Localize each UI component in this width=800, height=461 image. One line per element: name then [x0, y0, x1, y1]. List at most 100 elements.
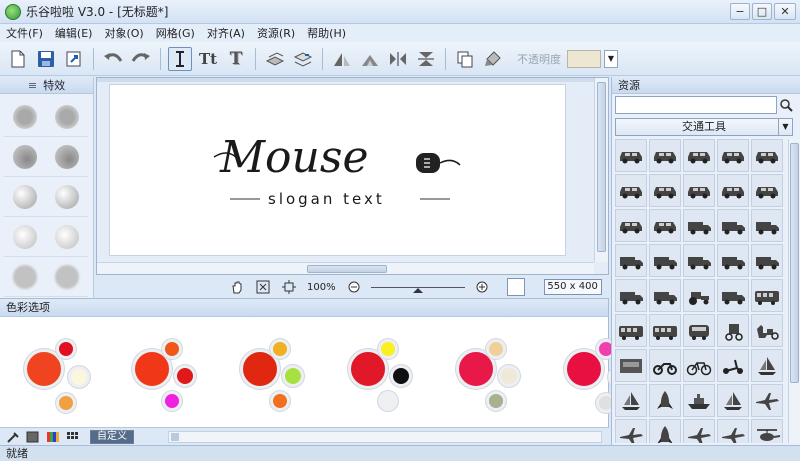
accent-color-swatch[interactable]	[486, 391, 506, 411]
search-input[interactable]	[615, 96, 777, 114]
minimize-button[interactable]: −	[730, 3, 750, 20]
car-icon[interactable]	[683, 139, 715, 172]
ship-icon[interactable]	[683, 384, 715, 417]
page-color-swatch[interactable]	[506, 278, 525, 296]
color-scheme[interactable]	[126, 321, 226, 421]
text-style-icon[interactable]: Tt	[196, 47, 220, 71]
car-icon[interactable]	[649, 139, 681, 172]
menu-help[interactable]: 帮助(H)	[305, 25, 350, 41]
color-scrollbar[interactable]	[168, 431, 602, 443]
truck-icon[interactable]	[717, 209, 749, 242]
actual-size-icon[interactable]	[281, 279, 297, 295]
menu-grid[interactable]: 网格(G)	[154, 25, 199, 41]
color-square-icon[interactable]	[26, 431, 40, 443]
accent-color-swatch[interactable]	[162, 391, 182, 411]
color-scheme[interactable]	[342, 321, 442, 421]
car-icon[interactable]	[615, 139, 647, 172]
car-icon[interactable]	[751, 139, 783, 172]
color-scheme[interactable]	[18, 321, 118, 421]
scroll-thumb[interactable]	[307, 265, 387, 273]
text-cursor-icon[interactable]	[168, 46, 192, 71]
bicycle-icon[interactable]	[683, 349, 715, 382]
canvas-size[interactable]: 550 x 400	[543, 279, 602, 295]
flip-vertical-icon[interactable]	[414, 47, 438, 71]
menu-object[interactable]: 对象(O)	[102, 25, 147, 41]
car-icon[interactable]	[649, 209, 681, 242]
airplane-icon[interactable]	[615, 419, 647, 443]
accent-color-swatch[interactable]	[390, 365, 412, 387]
car-icon[interactable]	[751, 174, 783, 207]
text-shadow-icon[interactable]: T	[224, 47, 248, 71]
effect-item[interactable]	[46, 257, 88, 297]
menu-resources[interactable]: 资源(R)	[255, 25, 299, 41]
effect-item[interactable]	[46, 97, 88, 137]
truck-icon[interactable]	[683, 244, 715, 277]
maximize-button[interactable]: □	[752, 3, 772, 20]
truck-icon[interactable]	[615, 244, 647, 277]
car-icon[interactable]	[717, 139, 749, 172]
zoom-slider[interactable]	[370, 280, 465, 294]
car-icon[interactable]	[649, 174, 681, 207]
airplane-icon[interactable]	[751, 384, 783, 417]
car-icon[interactable]	[717, 174, 749, 207]
effect-item[interactable]	[46, 217, 88, 257]
flip-left-icon[interactable]	[330, 47, 354, 71]
accent-color-swatch[interactable]	[162, 339, 182, 359]
search-icon[interactable]	[779, 97, 793, 113]
accent-color-swatch[interactable]	[282, 365, 304, 387]
truck-icon[interactable]	[717, 244, 749, 277]
accent-color-swatch[interactable]	[486, 339, 506, 359]
truck-icon[interactable]	[649, 279, 681, 312]
fit-page-icon[interactable]	[255, 279, 271, 295]
accent-color-swatch[interactable]	[498, 365, 520, 387]
layer-up-icon[interactable]	[263, 47, 287, 71]
zoom-in-icon[interactable]	[474, 279, 490, 295]
eyedropper-icon[interactable]	[6, 431, 20, 443]
accent-color-swatch[interactable]	[56, 339, 76, 359]
effect-item[interactable]	[4, 177, 46, 217]
brush-icon[interactable]	[481, 47, 505, 71]
effect-item[interactable]	[4, 97, 46, 137]
car-icon[interactable]	[615, 209, 647, 242]
accent-color-swatch[interactable]	[68, 366, 90, 388]
bus-icon[interactable]	[615, 314, 647, 347]
scroll-thumb[interactable]	[597, 82, 606, 252]
zoom-out-icon[interactable]	[346, 279, 362, 295]
flip-horizontal-icon[interactable]	[386, 47, 410, 71]
chevron-down-icon[interactable]: ▼	[778, 119, 792, 135]
category-select[interactable]: 交通工具 ▼	[615, 118, 793, 136]
motorcycle-icon[interactable]	[649, 349, 681, 382]
menu-file[interactable]: 文件(F)	[4, 25, 47, 41]
helicopter-icon[interactable]	[751, 419, 783, 443]
layer-down-icon[interactable]	[291, 47, 315, 71]
copy-icon[interactable]	[453, 47, 477, 71]
effect-item[interactable]	[4, 217, 46, 257]
undo-icon[interactable]	[101, 47, 125, 71]
sailboat-icon[interactable]	[751, 349, 783, 382]
chevron-down-icon[interactable]: ▼	[604, 49, 618, 68]
bus-icon[interactable]	[751, 279, 783, 312]
truck-icon[interactable]	[683, 209, 715, 242]
opacity-color-swatch[interactable]	[567, 49, 601, 68]
bus-icon[interactable]	[649, 314, 681, 347]
truck-icon[interactable]	[751, 244, 783, 277]
sailboat-icon[interactable]	[615, 384, 647, 417]
menu-align[interactable]: 对齐(A)	[205, 25, 249, 41]
close-button[interactable]: ✕	[774, 3, 796, 20]
sailboat-icon[interactable]	[717, 384, 749, 417]
accent-color-swatch[interactable]	[378, 339, 398, 359]
tractor-icon[interactable]	[683, 279, 715, 312]
rocket-icon[interactable]	[649, 384, 681, 417]
horizontal-scrollbar[interactable]	[97, 262, 594, 274]
carriage-icon[interactable]	[717, 314, 749, 347]
palette-icon[interactable]	[46, 431, 60, 443]
car-icon[interactable]	[683, 174, 715, 207]
scroll-thumb[interactable]	[790, 143, 799, 383]
truck-icon[interactable]	[615, 279, 647, 312]
rocket-icon[interactable]	[649, 419, 681, 443]
effect-item[interactable]	[4, 137, 46, 177]
truck-icon[interactable]	[717, 279, 749, 312]
export-icon[interactable]	[62, 47, 86, 71]
logo-graphic[interactable]: Mouse slogan text	[210, 117, 470, 217]
tram-icon[interactable]	[615, 349, 647, 382]
